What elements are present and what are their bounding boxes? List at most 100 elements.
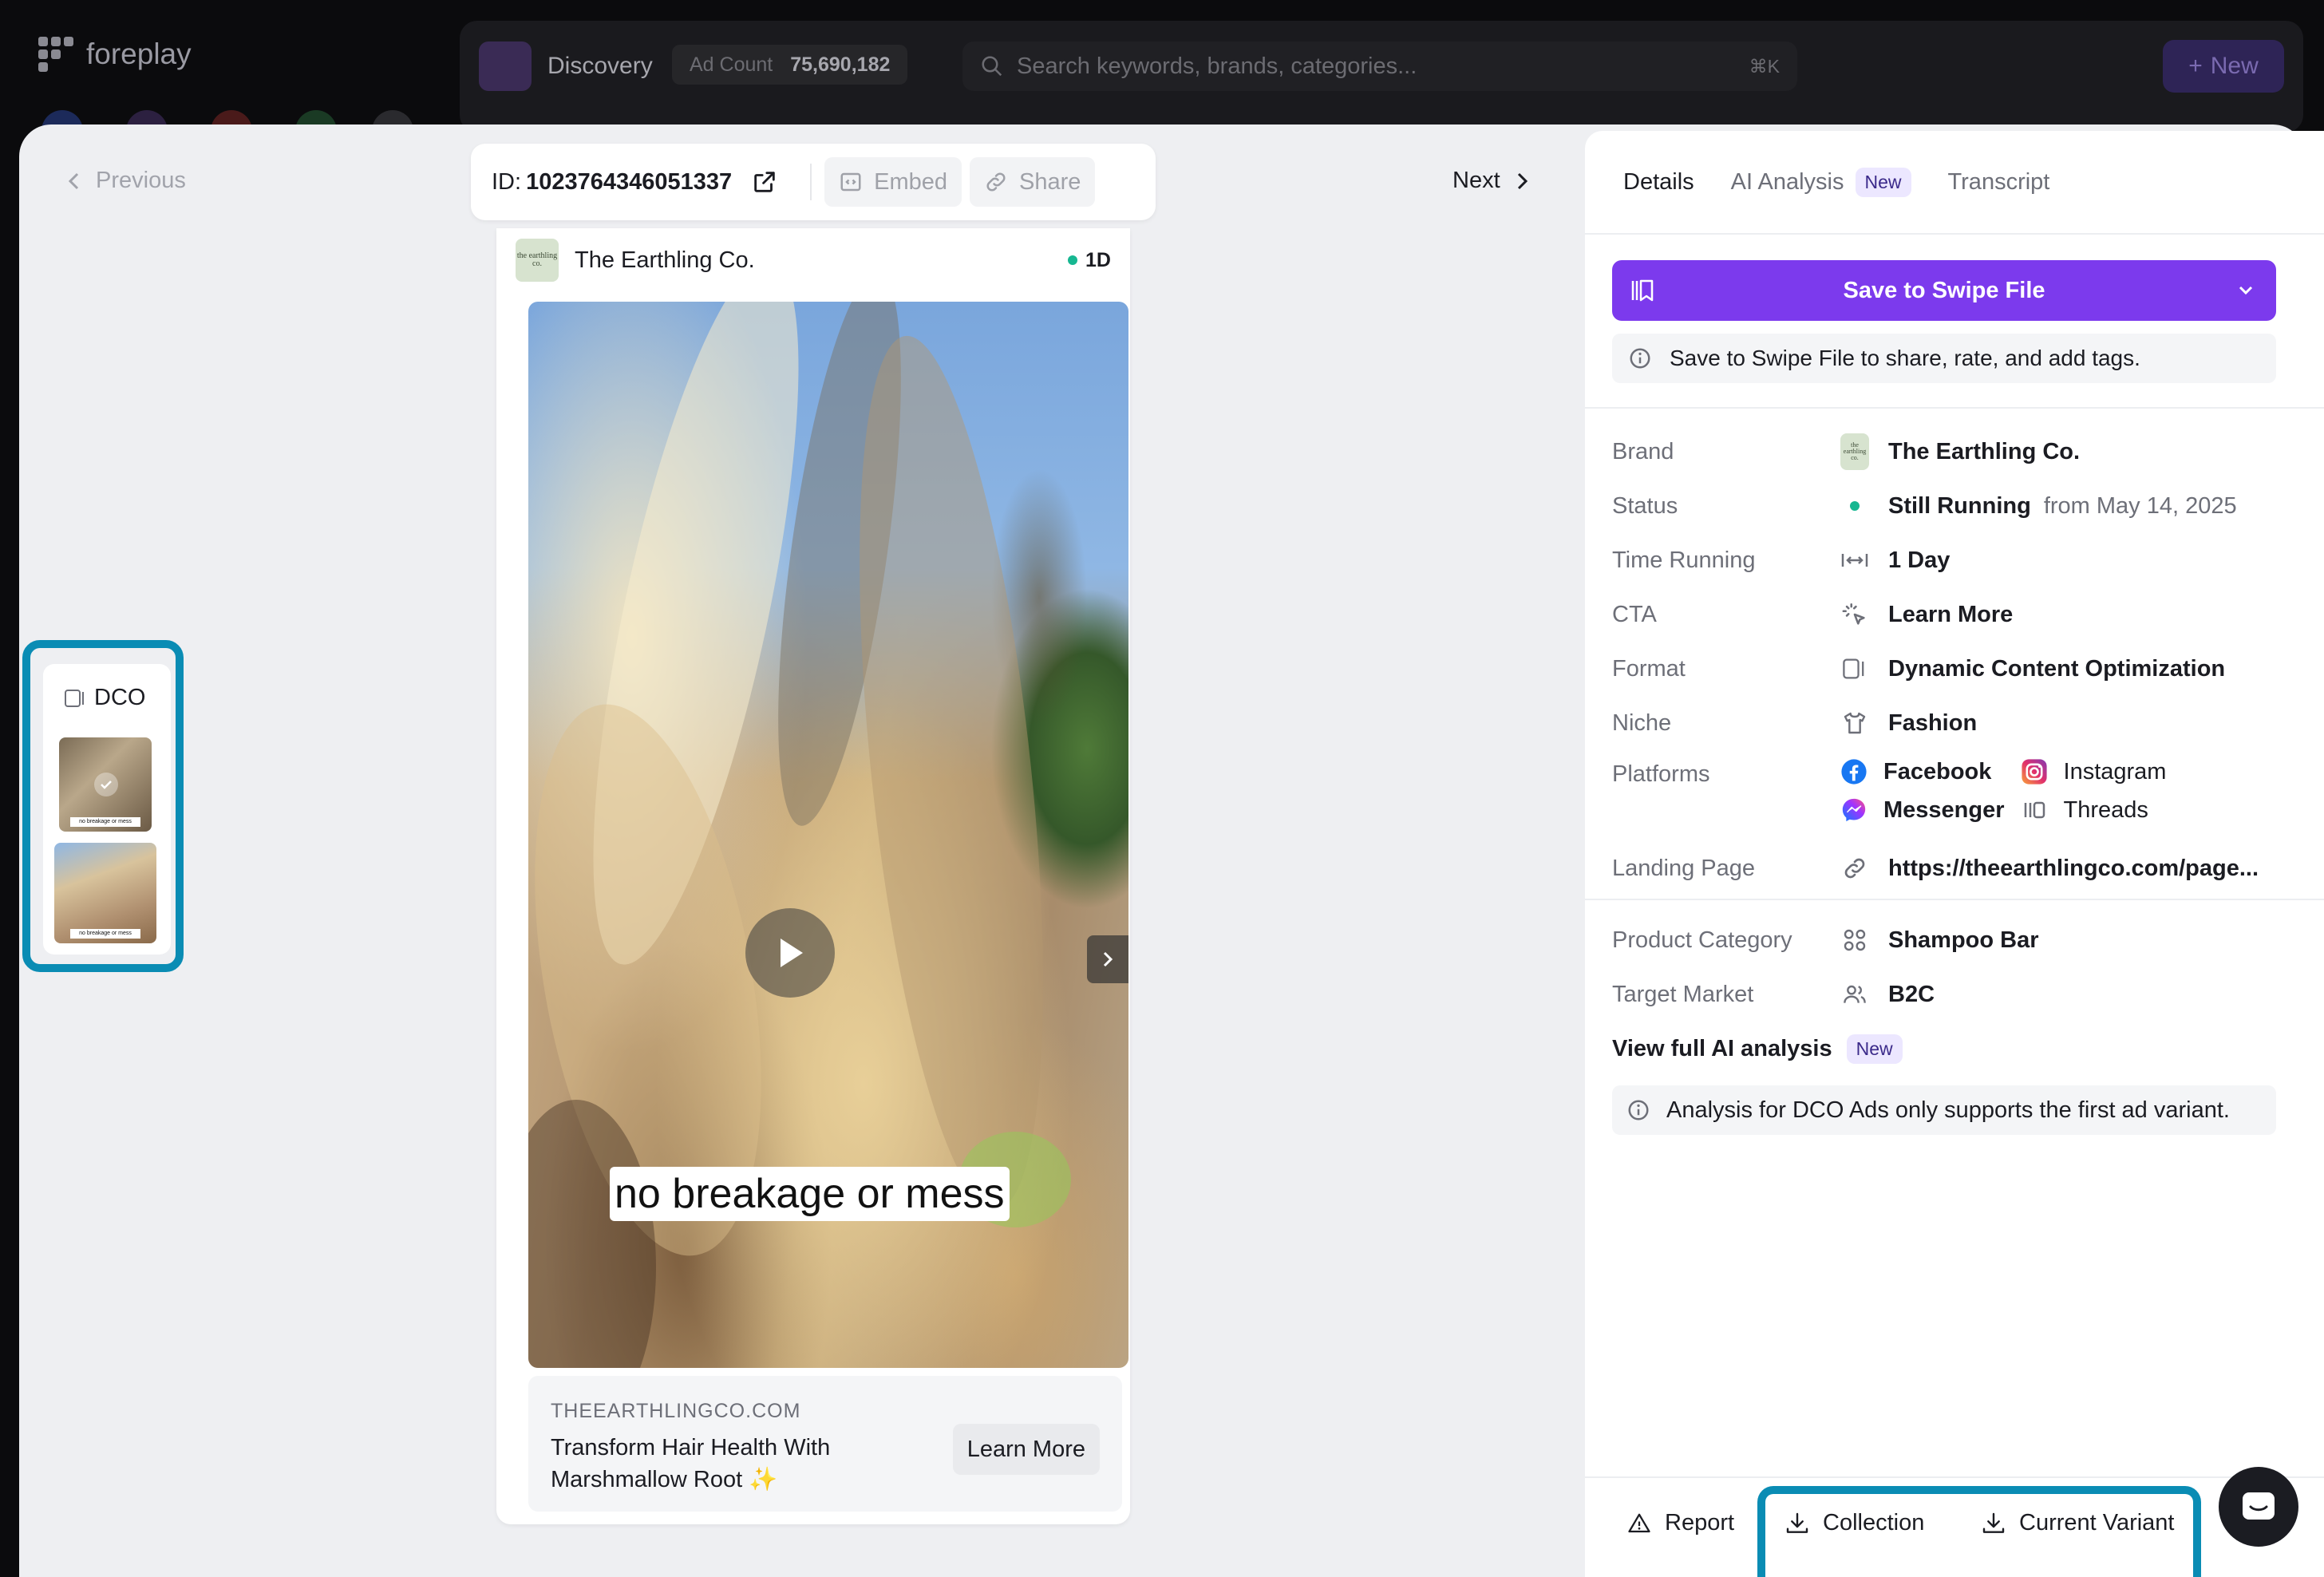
new-button[interactable]: + New: [2163, 40, 2284, 93]
dco-format-icon: [1843, 658, 1864, 679]
target-market-value: B2C: [1888, 981, 1935, 1007]
search-shortcut: ⌘K: [1749, 55, 1780, 77]
share-button[interactable]: Share: [970, 157, 1096, 207]
logo-text: foreplay: [86, 38, 192, 70]
detail-row-time-running: Time Running 1 Day: [1612, 541, 2306, 579]
detail-key: Platforms: [1612, 761, 1710, 787]
ad-preview-card: the earthling co. The Earthling Co. 1D n…: [496, 228, 1130, 1524]
tab-ai-analysis[interactable]: AI Analysis New: [1731, 167, 1911, 197]
play-button[interactable]: [745, 908, 835, 998]
divider: [1585, 899, 2324, 900]
detail-key: Time Running: [1612, 547, 1756, 573]
ad-count-label: Ad Count: [690, 53, 773, 76]
ad-headline: Transform Hair Health With Marshmallow R…: [551, 1435, 831, 1492]
save-to-swipe-file-button[interactable]: Save to Swipe File: [1612, 260, 2276, 321]
chevron-right-icon: [1517, 172, 1528, 189]
ad-count-value: 75,690,182: [790, 53, 891, 76]
report-button[interactable]: Report: [1626, 1510, 1734, 1536]
previous-button[interactable]: Previous: [67, 168, 186, 194]
dco-format-icon: [65, 689, 84, 707]
detail-row-brand: Brand the earthling co. The Earthling Co…: [1612, 433, 2306, 471]
embed-button[interactable]: Embed: [824, 157, 962, 207]
dco-label-text: DCO: [94, 685, 146, 710]
details-panel: Details AI Analysis New Transcript Save t…: [1585, 131, 2324, 1577]
detail-row-target-market: Target Market B2C: [1612, 975, 2306, 1014]
ad-domain: THEEARTHLINGCO.COM: [551, 1400, 801, 1422]
landing-page-link[interactable]: https://theearthlingco.com/page...: [1888, 856, 2259, 882]
platform-name: Instagram: [2063, 758, 2167, 785]
warning-icon: [1628, 1513, 1650, 1532]
info-icon: [1628, 1100, 1649, 1120]
chat-support-button[interactable]: [2219, 1467, 2298, 1547]
ad-age-text: 1D: [1085, 248, 1111, 271]
foreplay-logo: foreplay: [37, 35, 192, 73]
external-link-icon[interactable]: [751, 168, 778, 196]
platform-facebook: Facebook: [1840, 758, 2005, 785]
share-label: Share: [1019, 168, 1081, 195]
next-button[interactable]: Next: [1452, 168, 1529, 194]
video-caption: no breakage or mess: [610, 1167, 1010, 1221]
detail-key: Niche: [1612, 709, 1672, 736]
next-label: Next: [1452, 168, 1500, 193]
product-category-value: Shampoo Bar: [1888, 927, 2039, 953]
ad-cta-button[interactable]: Learn More: [952, 1424, 1100, 1475]
cta-value: Learn More: [1888, 601, 2014, 627]
download-highlight-frame: [1757, 1486, 2201, 1577]
detail-row-platforms: Platforms Facebook Instagram Messenger T…: [1612, 755, 2306, 838]
search-placeholder: Search keywords, brands, categories...: [1017, 53, 1417, 79]
time-running-value: 1 Day: [1888, 547, 1951, 573]
detail-key: Status: [1612, 492, 1678, 519]
panel-tabs: Details AI Analysis New Transcript: [1585, 131, 2324, 235]
ad-id-value: 1023764346051337: [526, 168, 733, 195]
background-search-input[interactable]: Search keywords, brands, categories... ⌘…: [962, 42, 1797, 91]
instagram-icon: [2021, 759, 2047, 785]
facebook-icon: [1841, 759, 1867, 785]
variant-caption: no breakage or mess: [70, 817, 140, 827]
variant-thumbnail-2[interactable]: no breakage or mess: [54, 843, 156, 943]
dco-analysis-note: Analysis for DCO Ads only supports the f…: [1612, 1085, 2276, 1135]
divider: [810, 164, 812, 200]
live-status-dot: [1068, 255, 1078, 265]
view-full-label: View full AI analysis: [1612, 1036, 1832, 1061]
tab-details[interactable]: Details: [1623, 169, 1694, 196]
brand-value[interactable]: The Earthling Co.: [1888, 439, 2080, 465]
search-icon: [982, 56, 1002, 77]
detail-key: Brand: [1612, 438, 1674, 464]
carousel-next-button[interactable]: [1087, 935, 1128, 983]
dco-label: DCO: [64, 685, 145, 711]
plus-icon: +: [2188, 53, 2203, 79]
platform-threads: Threads: [2021, 796, 2167, 824]
chat-icon: [2243, 1492, 2275, 1520]
platform-messenger: Messenger: [1840, 796, 2005, 824]
running-status-dot: [1850, 501, 1860, 511]
ad-id-bar: ID: 1023764346051337 Embed Share: [471, 144, 1156, 220]
ad-brand-name[interactable]: The Earthling Co.: [575, 247, 755, 274]
new-badge: New: [1846, 1034, 1903, 1064]
view-full-ai-analysis-link[interactable]: View full AI analysis New: [1612, 1034, 1903, 1064]
chevron-right-icon: [1103, 951, 1113, 967]
duration-icon: [1841, 554, 1868, 567]
embed-icon: [840, 172, 861, 192]
status-start-date: from May 14, 2025: [2043, 492, 2237, 519]
previous-label: Previous: [96, 168, 186, 193]
niche-value: Fashion: [1888, 709, 1978, 736]
library-icon: [1631, 279, 1654, 302]
detail-key: Product Category: [1612, 927, 1792, 953]
link-icon: [1844, 858, 1865, 879]
new-button-label: New: [2210, 53, 2259, 79]
ad-count-badge: Ad Count 75,690,182: [672, 45, 908, 85]
detail-row-landing-page: Landing Page https://theearthlingco.com/…: [1612, 849, 2306, 887]
embed-label: Embed: [874, 168, 948, 195]
variant-caption: no breakage or mess: [70, 929, 140, 939]
detail-row-status: Status Still Running from May 14, 2025: [1612, 487, 2306, 525]
status-value: Still Running: [1888, 492, 2031, 519]
tab-transcript[interactable]: Transcript: [1948, 169, 2050, 196]
save-info-text: Save to Swipe File to share, rate, and a…: [1670, 346, 2140, 370]
variant-thumbnail-1[interactable]: no breakage or mess: [59, 737, 152, 832]
tshirt-icon: [1844, 712, 1866, 734]
save-button-label: Save to Swipe File: [1843, 277, 2045, 303]
platform-name: Messenger: [1883, 796, 2005, 823]
play-icon: [781, 939, 803, 967]
category-grid-icon: [1844, 929, 1866, 951]
chevron-down-icon[interactable]: [2236, 279, 2255, 302]
